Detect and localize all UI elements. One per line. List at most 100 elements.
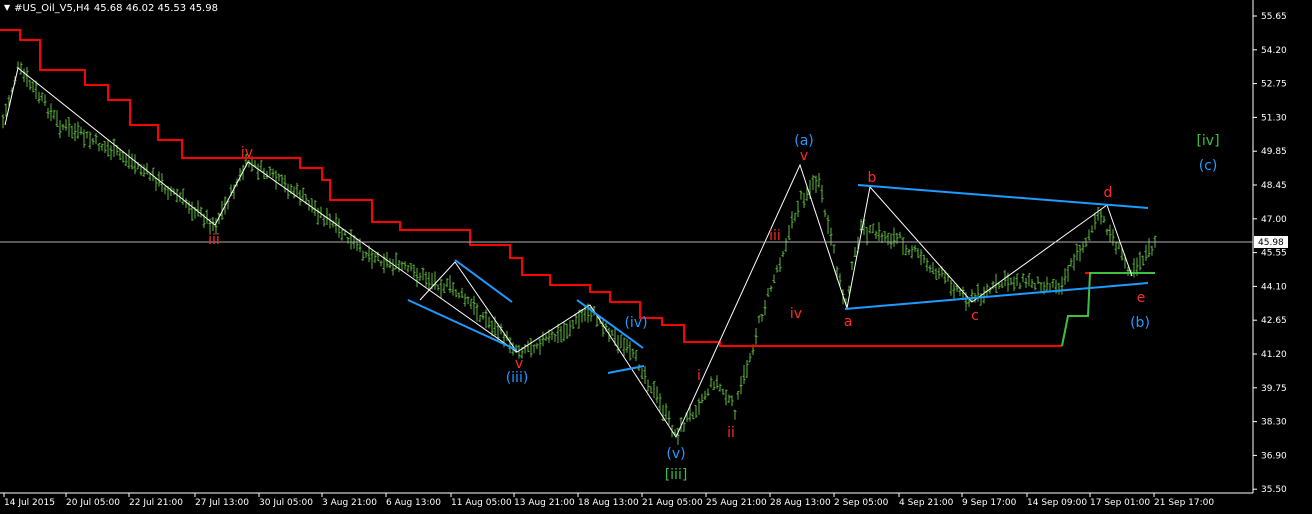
wave-label-e-red: e — [1137, 290, 1146, 306]
price-bar — [526, 340, 530, 353]
wave-label-v-red2: v — [800, 148, 808, 164]
price-bar — [796, 200, 800, 218]
price-bar — [457, 292, 461, 299]
price-bar — [1000, 281, 1004, 289]
price-bar — [553, 333, 557, 342]
price-bar — [271, 168, 275, 179]
price-bar — [1111, 229, 1115, 246]
price-bar — [778, 257, 782, 273]
price-bar — [817, 173, 821, 188]
price-tick-label: 41.20 — [1261, 350, 1287, 360]
price-tick-label: 48.45 — [1261, 181, 1287, 191]
price-tick-label: 42.65 — [1261, 316, 1287, 326]
price-bar — [898, 231, 902, 239]
current-price-label: 45.98 — [1258, 238, 1284, 248]
price-bar — [79, 126, 83, 135]
price-bar — [1090, 225, 1094, 233]
price-bar — [865, 226, 869, 246]
price-bar — [901, 237, 905, 255]
price-bar — [634, 350, 638, 362]
price-bar — [1051, 278, 1055, 288]
price-bar — [799, 190, 803, 200]
price-bar — [544, 334, 548, 342]
price-bar — [922, 254, 926, 264]
price-bar — [850, 261, 854, 270]
price-bar — [373, 252, 377, 264]
price-bar — [370, 250, 374, 269]
price-bar — [571, 319, 575, 329]
price-bar — [382, 253, 386, 274]
price-bar — [112, 138, 116, 157]
price-bar — [610, 329, 614, 336]
price-bar — [424, 271, 428, 287]
price-bar — [154, 177, 158, 192]
price-bar — [655, 386, 659, 404]
price-bar — [310, 198, 314, 213]
price-chart[interactable]: 45.98 55.65 54.20 52.75 51.30 49.85 48.45 47.0… — [0, 0, 1312, 510]
price-bar — [601, 319, 605, 337]
price-bar — [970, 289, 974, 302]
price-bar — [508, 336, 512, 354]
price-bar — [283, 174, 287, 193]
price-bar — [1021, 273, 1025, 283]
price-bars — [1, 61, 1157, 445]
price-bar — [103, 140, 107, 154]
price-bar — [301, 187, 305, 200]
wave-label-iii-bracket: [iii] — [665, 467, 688, 483]
price-bar — [451, 282, 455, 296]
wave-label-iii-paren: (iii) — [506, 370, 529, 386]
price-bar — [949, 279, 953, 296]
time-tick-label: 18 Aug 13:00 — [578, 498, 639, 508]
price-bar — [391, 259, 395, 276]
price-bar — [1078, 244, 1082, 262]
time-tick-label: 6 Aug 13:00 — [386, 498, 441, 508]
price-bar — [640, 368, 644, 380]
price-axis: 55.65 54.20 52.75 51.30 49.85 48.45 47.00 45.55… — [1253, 12, 1287, 495]
price-bar — [295, 182, 299, 196]
time-tick-label: 14 Jul 2015 — [4, 498, 55, 508]
price-bar — [487, 316, 491, 329]
chart-area[interactable]: 45.98 55.65 54.20 52.75 51.30 49.85 48.45 47.0… — [0, 0, 1312, 510]
price-bar — [94, 133, 98, 145]
wave-label-a-red: a — [844, 314, 853, 330]
price-bar — [142, 164, 146, 177]
wave-label-v-paren: (v) — [666, 446, 685, 462]
time-tick-label: 30 Jul 05:00 — [259, 498, 313, 508]
price-bar — [742, 365, 746, 385]
price-bar — [70, 125, 74, 139]
price-bar — [541, 331, 545, 347]
price-bar — [460, 287, 464, 299]
price-bar — [724, 389, 728, 406]
price-bar — [712, 381, 716, 390]
price-bar — [727, 394, 731, 403]
dropdown-icon[interactable]: ▼ — [4, 3, 10, 14]
wave-label-b-red: b — [868, 170, 877, 186]
price-bar — [28, 79, 32, 91]
price-bar — [1036, 276, 1040, 285]
price-bar — [337, 218, 341, 238]
price-bar — [880, 232, 884, 243]
price-bar — [25, 67, 29, 87]
price-bar — [469, 298, 473, 310]
time-tick-label: 21 Sep 17:00 — [1154, 498, 1214, 508]
price-bar — [268, 166, 272, 176]
price-bar — [1087, 229, 1091, 241]
price-tick-label: 52.75 — [1261, 80, 1287, 90]
price-bar — [664, 403, 668, 420]
price-bar — [1048, 283, 1052, 292]
price-bar — [196, 200, 200, 217]
chart-frame — [0, 0, 1254, 494]
price-bar — [415, 267, 419, 288]
price-bar — [928, 264, 932, 273]
wave-label-iv-bracket: [iv] — [1196, 133, 1219, 149]
time-tick-label: 3 Aug 21:00 — [322, 498, 377, 508]
price-bar — [1099, 209, 1103, 225]
price-bar — [1105, 228, 1109, 236]
price-bar — [652, 381, 656, 398]
price-bar — [706, 388, 710, 396]
price-tick-label: 55.65 — [1261, 12, 1287, 22]
price-bar — [97, 142, 101, 152]
price-bar — [1150, 245, 1154, 256]
price-bar — [133, 154, 137, 175]
price-bar — [649, 386, 653, 394]
